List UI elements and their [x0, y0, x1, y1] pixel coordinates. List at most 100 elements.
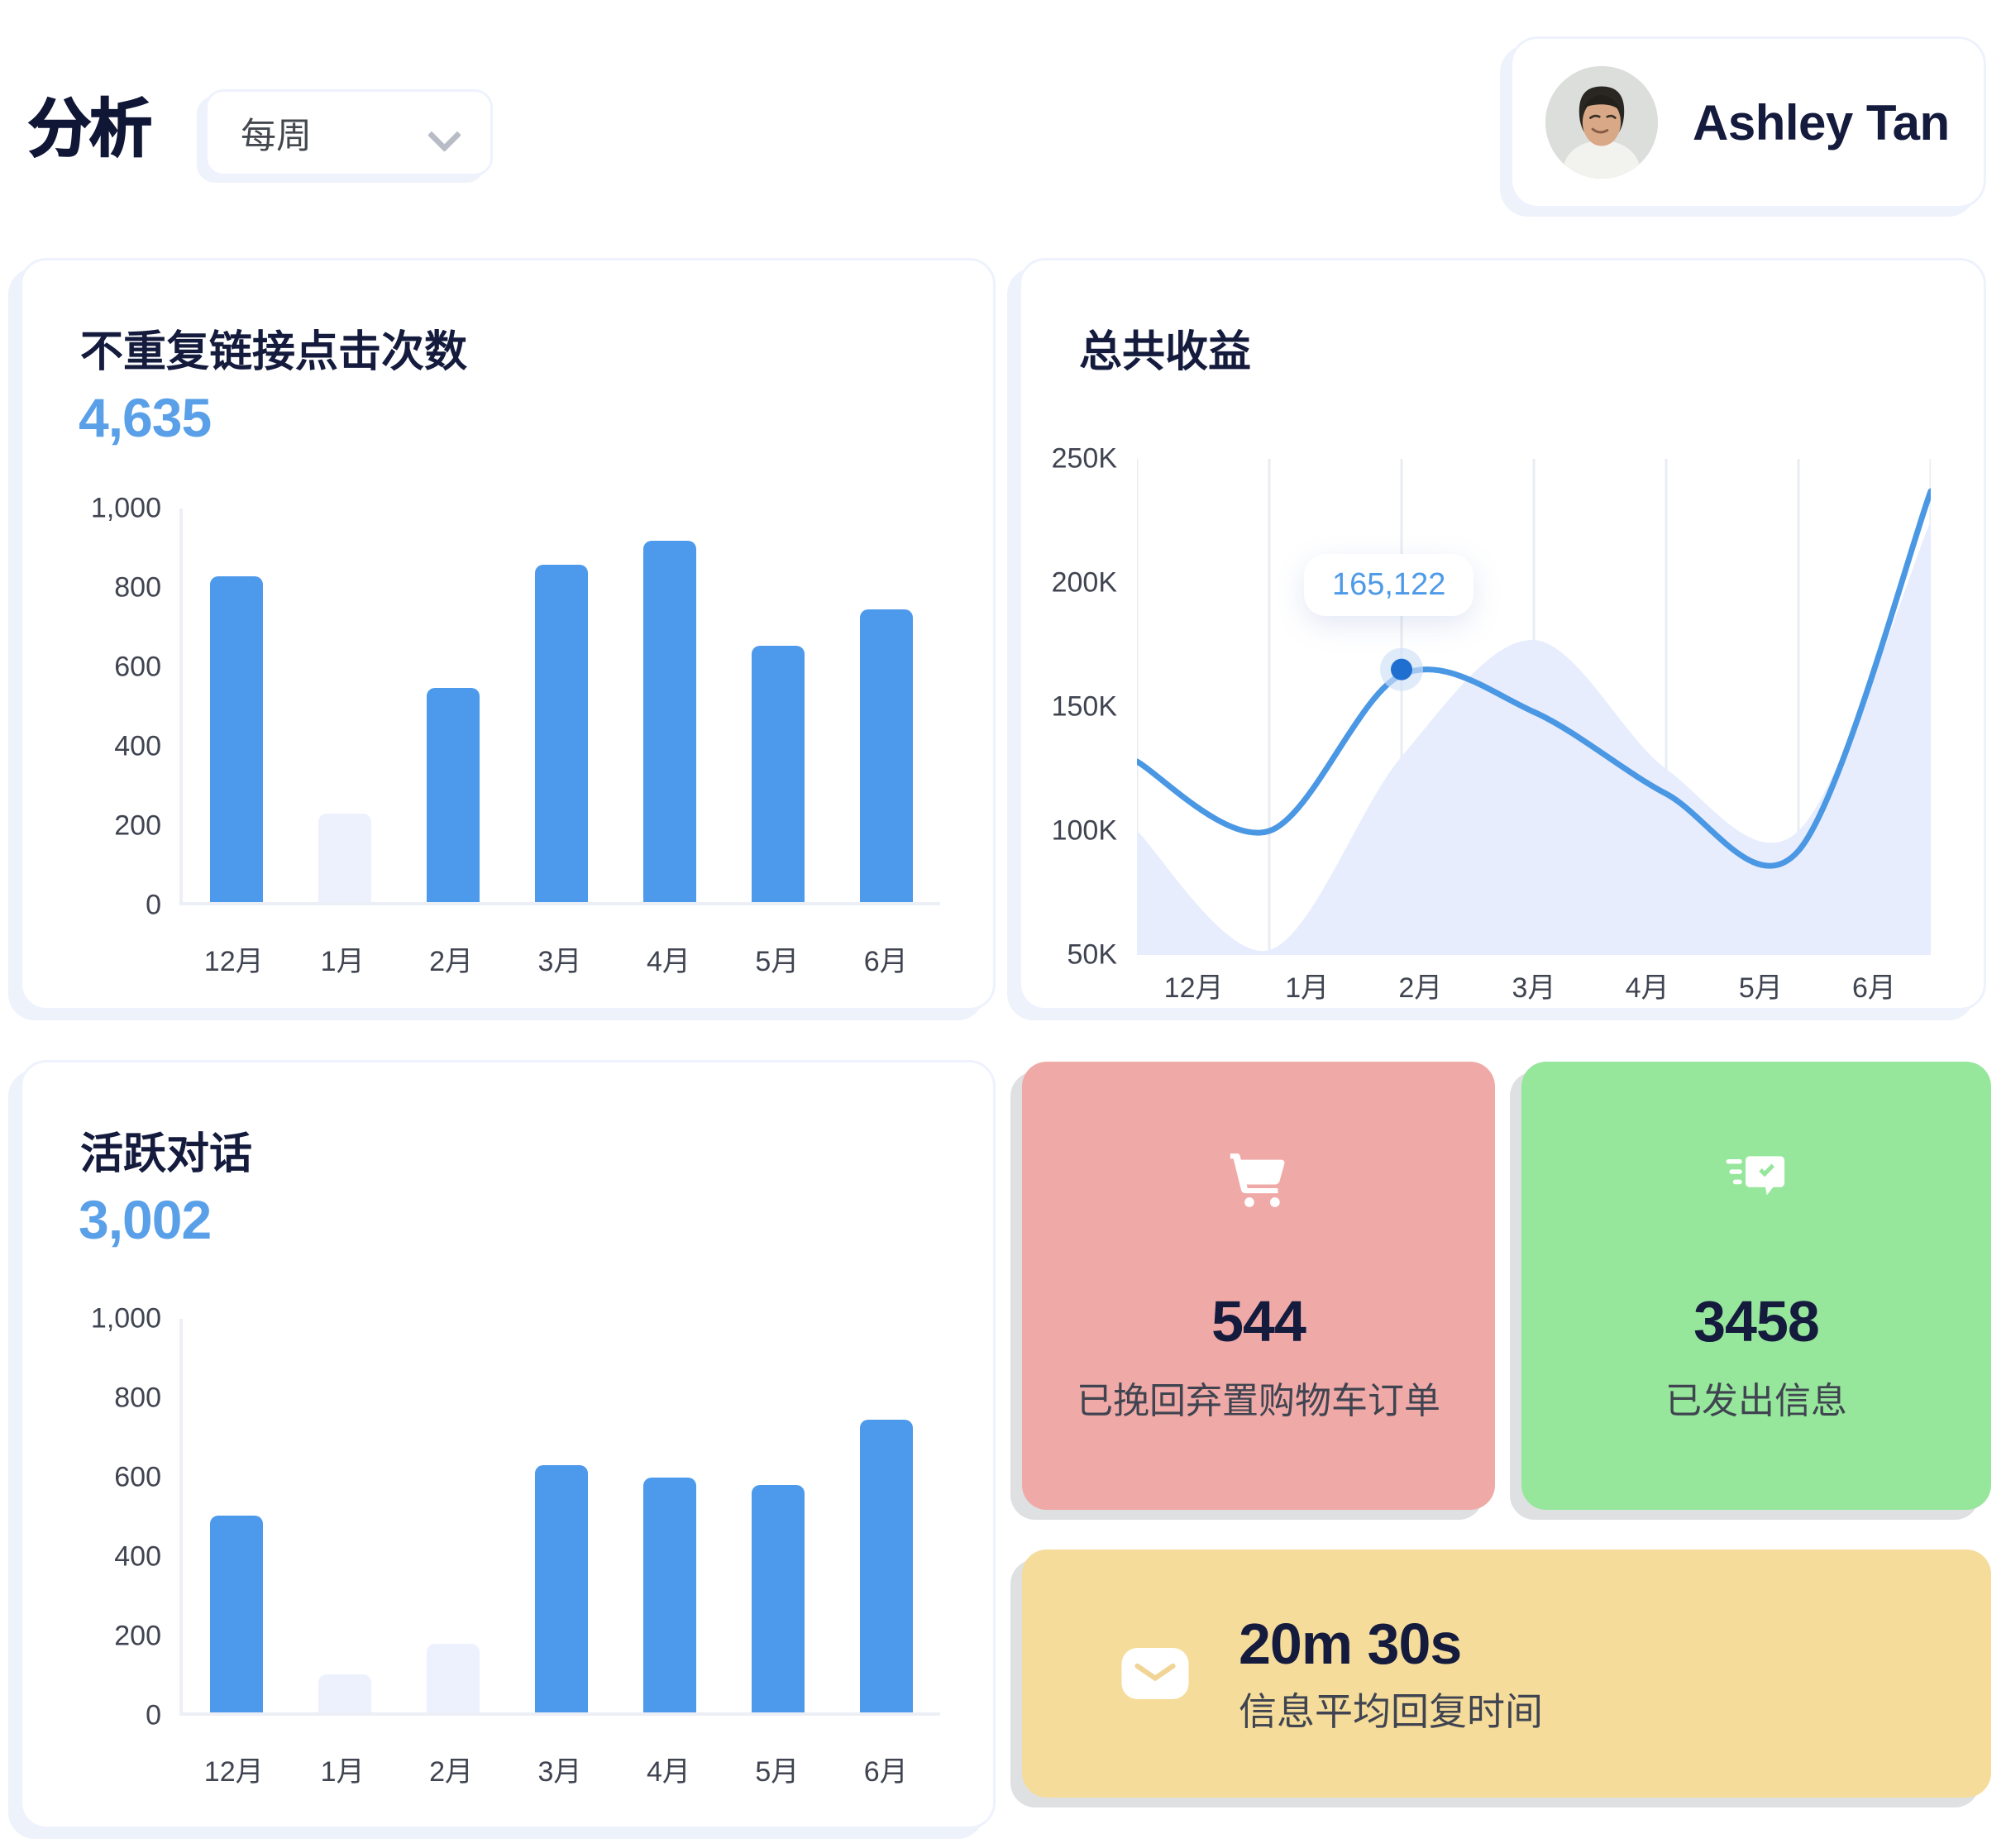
bar-column	[399, 1319, 508, 1712]
x-axis-tick: 1月	[1285, 972, 1330, 1004]
x-axis-tick: 4月	[646, 1756, 690, 1788]
period-select[interactable]: 每周	[205, 89, 493, 176]
bar-column	[508, 1319, 616, 1712]
x-axis-tick: 4月	[1625, 972, 1669, 1004]
stat-tile-messages-sent[interactable]: 3458 已发出信息	[1521, 1062, 1991, 1510]
page-header: 分析 每周 Ashley Tan	[0, 0, 2006, 240]
x-axis-tick: 2月	[429, 946, 474, 977]
y-axis-tick: 0	[146, 1699, 161, 1731]
bar-chart-unique-clicks: 0 200 400 600 800 1,000 12月 1月 2月 3月 4月 5月 6月	[91, 493, 940, 977]
card-active-conversations: 活跃对话 3,002 0 200 400 600 800 1,000 12月 1月 2月 3月 4…	[20, 1060, 996, 1829]
bar[interactable]	[427, 687, 480, 902]
revenue-tooltip: 165,122	[1304, 553, 1474, 616]
x-axis-tick: 12月	[203, 1756, 264, 1788]
bar[interactable]	[210, 576, 264, 902]
bar-column	[399, 509, 508, 902]
x-axis-tick: 12月	[203, 946, 264, 977]
bar-column	[183, 509, 291, 902]
x-axis-tick: 2月	[1398, 972, 1443, 1004]
stat-tile-label: 信息平均回复时间	[1239, 1690, 1543, 1733]
bar[interactable]	[642, 541, 696, 902]
y-axis-tick: 50K	[1067, 938, 1118, 971]
y-axis-tick: 600	[114, 1461, 161, 1493]
analytics-dashboard: 分析 每周 Ashley Tan 不重复链接点击次数 4,635 0 200 4…	[0, 0, 2006, 1848]
card-title: 总共收益	[1079, 328, 1252, 376]
x-axis-tick: 6月	[863, 946, 908, 977]
bar[interactable]	[535, 565, 588, 902]
x-axis-tick: 2月	[429, 1756, 474, 1788]
y-axis-tick: 800	[114, 1382, 161, 1414]
shopping-cart-icon	[1226, 1148, 1291, 1212]
x-axis-tick: 1月	[320, 1756, 365, 1788]
card-value: 4,635	[79, 387, 212, 448]
stat-tile-label: 已发出信息	[1665, 1381, 1847, 1421]
y-axis-tick: 1,000	[90, 492, 161, 524]
bar[interactable]	[318, 1674, 372, 1712]
bar[interactable]	[642, 1477, 696, 1712]
x-axis-labels: 12月 1月 2月 3月 4月 5月 6月	[179, 938, 940, 979]
x-axis-tick: 5月	[755, 946, 800, 977]
x-axis-tick: 6月	[1851, 972, 1896, 1004]
y-axis-tick: 400	[114, 1540, 161, 1573]
y-axis-tick: 250K	[1051, 442, 1117, 475]
y-axis-tick: 200	[114, 809, 161, 842]
message-sent-check-icon	[1724, 1148, 1789, 1212]
y-axis-tick: 0	[146, 889, 161, 921]
avatar	[1545, 66, 1658, 179]
x-axis-tick: 4月	[646, 946, 690, 977]
bar-column	[183, 1319, 291, 1712]
bar-column	[724, 509, 832, 902]
app-logo: 分析	[27, 92, 153, 165]
bar[interactable]	[210, 1516, 264, 1712]
y-axis-tick: 200K	[1051, 566, 1117, 599]
bar-column	[724, 1319, 832, 1712]
bar[interactable]	[859, 1420, 913, 1712]
stat-tile-recovered-carts[interactable]: 544 已挽回弃置购物车订单	[1022, 1062, 1495, 1510]
bar[interactable]	[535, 1465, 588, 1712]
card-value: 3,002	[79, 1189, 212, 1250]
x-axis-tick: 3月	[537, 946, 582, 977]
y-axis-tick: 150K	[1051, 690, 1117, 723]
bar-column	[832, 1319, 940, 1712]
bar[interactable]	[427, 1644, 480, 1712]
highlight-point	[1391, 658, 1412, 680]
area-chart-total-revenue: 50K 100K 150K 200K 250K 165,122 12月 1月 2月 3月 4月 5…	[1052, 443, 1931, 1004]
x-axis-tick: 6月	[863, 1756, 908, 1788]
chevron-down-icon	[429, 123, 462, 143]
stat-tile-avg-reply-time[interactable]: 20m 30s 信息平均回复时间	[1022, 1550, 1991, 1798]
y-axis-tick: 1,000	[90, 1302, 161, 1335]
bar-column	[508, 509, 616, 902]
bar-column	[832, 509, 940, 902]
card-title: 不重复链接点击次数	[80, 328, 468, 376]
x-axis-labels: 12月 1月 2月 3月 4月 5月 6月	[179, 1749, 940, 1789]
y-axis-tick: 100K	[1051, 814, 1117, 847]
y-axis-tick: 600	[114, 651, 161, 683]
stat-tile-value: 544	[1211, 1289, 1306, 1354]
x-axis-labels: 12月 1月 2月 3月 4月 5月 6月	[1137, 965, 1931, 1005]
bar-chart-plot: 0 200 400 600 800 1,000	[91, 1303, 940, 1731]
revenue-chart-svg	[1137, 459, 1931, 955]
bar-column	[615, 509, 724, 902]
y-axis-tick: 400	[114, 730, 161, 762]
user-name: Ashley Tan	[1693, 94, 1950, 150]
stat-tile-label: 已挽回弃置购物车订单	[1077, 1381, 1440, 1421]
bar[interactable]	[318, 814, 372, 902]
card-total-revenue: 总共收益 50K 100K 150K 200K 250K 165,122 12月 1月 2月…	[1019, 258, 1986, 1010]
stat-tile-value: 20m 30s	[1239, 1612, 1462, 1676]
bar-column	[291, 509, 399, 902]
bar-chart-active-conversations: 0 200 400 600 800 1,000 12月 1月 2月 3月 4月 5月 6月	[91, 1303, 940, 1788]
bar-series	[183, 1319, 940, 1712]
x-axis-tick: 5月	[1738, 972, 1783, 1004]
bar[interactable]	[859, 609, 913, 902]
x-axis-tick: 12月	[1163, 972, 1224, 1004]
y-axis-tick: 800	[114, 571, 161, 604]
bar[interactable]	[751, 1485, 805, 1712]
bar[interactable]	[751, 646, 805, 902]
envelope-icon	[1121, 1648, 1189, 1699]
user-profile-chip[interactable]: Ashley Tan	[1510, 36, 1986, 208]
card-title: 活跃对话	[80, 1130, 253, 1178]
bar-column	[615, 1319, 724, 1712]
bar-series	[183, 509, 940, 902]
bar-chart-plot: 0 200 400 600 800 1,000	[91, 493, 940, 921]
bar-column	[291, 1319, 399, 1712]
